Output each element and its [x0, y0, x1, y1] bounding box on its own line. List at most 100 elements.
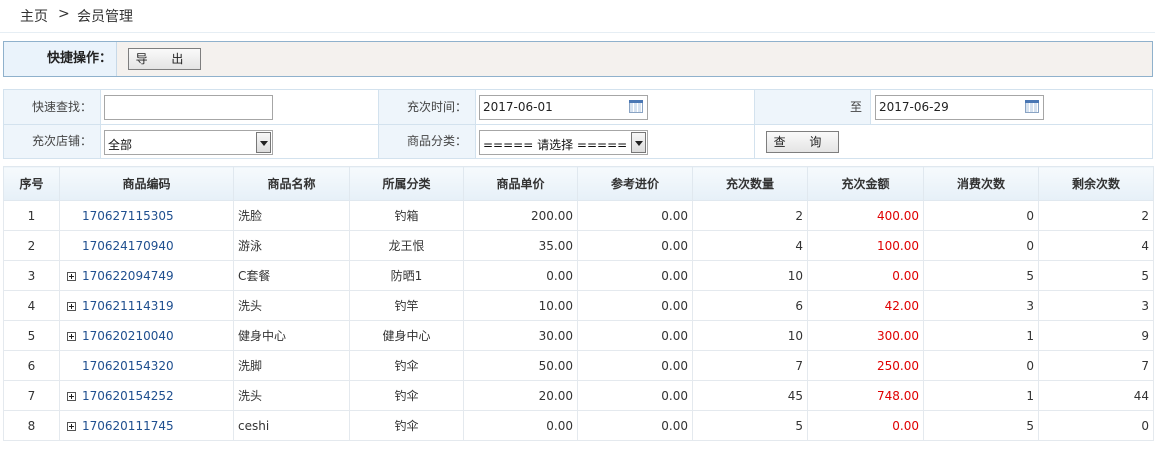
- cell-product-code[interactable]: 170624170940: [59, 230, 234, 261]
- cell-index: 4: [3, 290, 60, 321]
- cell-remaining-text: 3: [1141, 298, 1149, 313]
- column-header[interactable]: 商品名称: [233, 166, 350, 201]
- cell-cost-text: 0.00: [661, 268, 688, 283]
- cell-used-text: 3: [1026, 298, 1034, 313]
- cell-amount: 42.00: [807, 290, 924, 321]
- cell-product-code[interactable]: 170620111745: [59, 410, 234, 441]
- date-from-input[interactable]: 2017-06-01: [479, 95, 648, 120]
- cell-category: 钓竿: [349, 290, 464, 321]
- cell-product-code[interactable]: 170621114319: [59, 290, 234, 321]
- cell-product-name: ceshi: [233, 410, 350, 441]
- table-row[interactable]: 8 170620111745 ceshi 钓伞 0.00 0.00 5 0.00 5 0: [3, 410, 1154, 441]
- cell-remaining-text: 4: [1141, 238, 1149, 253]
- cell-product-code[interactable]: 170627115305: [59, 200, 234, 231]
- column-header[interactable]: 消费次数: [923, 166, 1039, 201]
- cell-category-text: 钓箱: [394, 209, 419, 223]
- cell-price-text: 35.00: [538, 238, 573, 253]
- cell-remaining: 7: [1038, 350, 1154, 381]
- cell-product-code-text[interactable]: 170627115305: [82, 209, 174, 223]
- expand-plus-icon[interactable]: [67, 301, 76, 311]
- cell-quantity: 45: [692, 380, 808, 411]
- table-row[interactable]: 5 170620210040 健身中心 健身中心 30.00 0.00 10 300.00 1 9: [3, 320, 1154, 351]
- cell-product-code[interactable]: 170620210040: [59, 320, 234, 351]
- cell-product-code[interactable]: 170620154252: [59, 380, 234, 411]
- recharge-time-label: 充次时间：: [379, 90, 476, 125]
- expand-plus-icon[interactable]: [67, 391, 76, 401]
- column-header[interactable]: 商品编码: [59, 166, 234, 201]
- quick-actions-label: 快捷操作：: [4, 42, 117, 76]
- category-cell: ===== 请选择 =====: [476, 125, 755, 158]
- date-from-value: 2017-06-01: [483, 100, 553, 114]
- table-row[interactable]: 1 170627115305 洗脸 钓箱 200.00 0.00 2 400.00 0 2: [3, 200, 1154, 231]
- table-row[interactable]: 3 170622094749 C套餐 防晒1 0.00 0.00 10 0.00 5 5: [3, 260, 1154, 291]
- cell-product-name-text: 游泳: [238, 239, 263, 253]
- column-header[interactable]: 商品单价: [463, 166, 578, 201]
- cell-used: 5: [923, 260, 1039, 291]
- cell-product-code-text[interactable]: 170620111745: [82, 419, 174, 433]
- store-select[interactable]: 全部: [104, 130, 273, 155]
- column-header[interactable]: 剩余次数: [1038, 166, 1154, 201]
- cell-product-code-text[interactable]: 170620154320: [82, 359, 174, 373]
- cell-product-code-text[interactable]: 170624170940: [82, 239, 174, 253]
- breadcrumb-home[interactable]: 主页: [20, 6, 48, 26]
- quick-search-input[interactable]: [104, 95, 273, 120]
- cell-product-code[interactable]: 170620154320: [59, 350, 234, 381]
- column-header[interactable]: 序号: [3, 166, 60, 201]
- date-from-cell: 2017-06-01: [476, 90, 755, 125]
- cell-product-code[interactable]: 170622094749: [59, 260, 234, 291]
- date-to-input[interactable]: 2017-06-29: [875, 95, 1044, 120]
- cell-price: 30.00: [463, 320, 578, 351]
- chevron-down-icon[interactable]: [631, 132, 646, 153]
- column-header[interactable]: 充次数量: [692, 166, 808, 201]
- cell-index: 2: [3, 230, 60, 261]
- cell-product-code-text[interactable]: 170620154252: [82, 389, 174, 403]
- cell-index-text: 3: [27, 268, 36, 283]
- chevron-down-icon[interactable]: [256, 132, 271, 153]
- expand-plus-icon[interactable]: [67, 331, 76, 341]
- cell-used-text: 1: [1026, 328, 1034, 343]
- recharge-table: 序号 商品编码 商品名称 所属分类 商品单价 参考进价 充次数量 充次金额 消费…: [3, 166, 1154, 441]
- cell-index-text: 7: [27, 388, 36, 403]
- quick-search-cell: [101, 90, 379, 125]
- cell-product-code-text[interactable]: 170620210040: [82, 329, 174, 343]
- breadcrumb-separator: >: [58, 6, 70, 22]
- table-row[interactable]: 4 170621114319 洗头 钓竿 10.00 0.00 6 42.00 3 3: [3, 290, 1154, 321]
- cell-product-code-text[interactable]: 170621114319: [82, 299, 174, 313]
- column-header[interactable]: 充次金额: [807, 166, 924, 201]
- cell-cost: 0.00: [577, 200, 693, 231]
- cell-cost-text: 0.00: [661, 238, 688, 253]
- cell-remaining-text: 9: [1141, 328, 1149, 343]
- calendar-icon[interactable]: [629, 100, 643, 113]
- cell-index: 8: [3, 410, 60, 441]
- cell-product-name-text: C套餐: [238, 269, 271, 283]
- cell-remaining-text: 0: [1141, 418, 1149, 433]
- table-row[interactable]: 7 170620154252 洗头 钓伞 20.00 0.00 45 748.00 1 44: [3, 380, 1154, 411]
- calendar-icon[interactable]: [1025, 100, 1039, 113]
- cell-index: 7: [3, 380, 60, 411]
- expand-plus-icon[interactable]: [67, 421, 76, 431]
- column-header[interactable]: 所属分类: [349, 166, 464, 201]
- column-header[interactable]: 参考进价: [577, 166, 693, 201]
- cell-price-text: 200.00: [531, 208, 573, 223]
- quick-actions-bar: 快捷操作： 导 出: [3, 41, 1153, 77]
- cell-product-name: 洗脸: [233, 200, 350, 231]
- cell-quantity-text: 45: [787, 388, 803, 403]
- cell-index: 5: [3, 320, 60, 351]
- export-button[interactable]: 导 出: [128, 48, 201, 70]
- category-select-value: ===== 请选择 =====: [483, 138, 628, 152]
- cell-quantity: 7: [692, 350, 808, 381]
- cell-index-text: 2: [27, 238, 36, 253]
- table-row[interactable]: 2 170624170940 游泳 龙王恨 35.00 0.00 4 100.00 0 4: [3, 230, 1154, 261]
- cell-product-code-text[interactable]: 170622094749: [82, 269, 174, 283]
- breadcrumb: 主页 > 会员管理: [0, 0, 1155, 33]
- expand-plus-icon[interactable]: [67, 271, 76, 281]
- category-select[interactable]: ===== 请选择 =====: [479, 130, 648, 155]
- query-button[interactable]: 查 询: [766, 131, 839, 153]
- cell-index: 6: [3, 350, 60, 381]
- cell-category: 防晒1: [349, 260, 464, 291]
- cell-remaining: 5: [1038, 260, 1154, 291]
- cell-cost: 0.00: [577, 410, 693, 441]
- cell-quantity: 6: [692, 290, 808, 321]
- cell-quantity: 4: [692, 230, 808, 261]
- table-row[interactable]: 6 170620154320 洗脚 钓伞 50.00 0.00 7 250.00 0 7: [3, 350, 1154, 381]
